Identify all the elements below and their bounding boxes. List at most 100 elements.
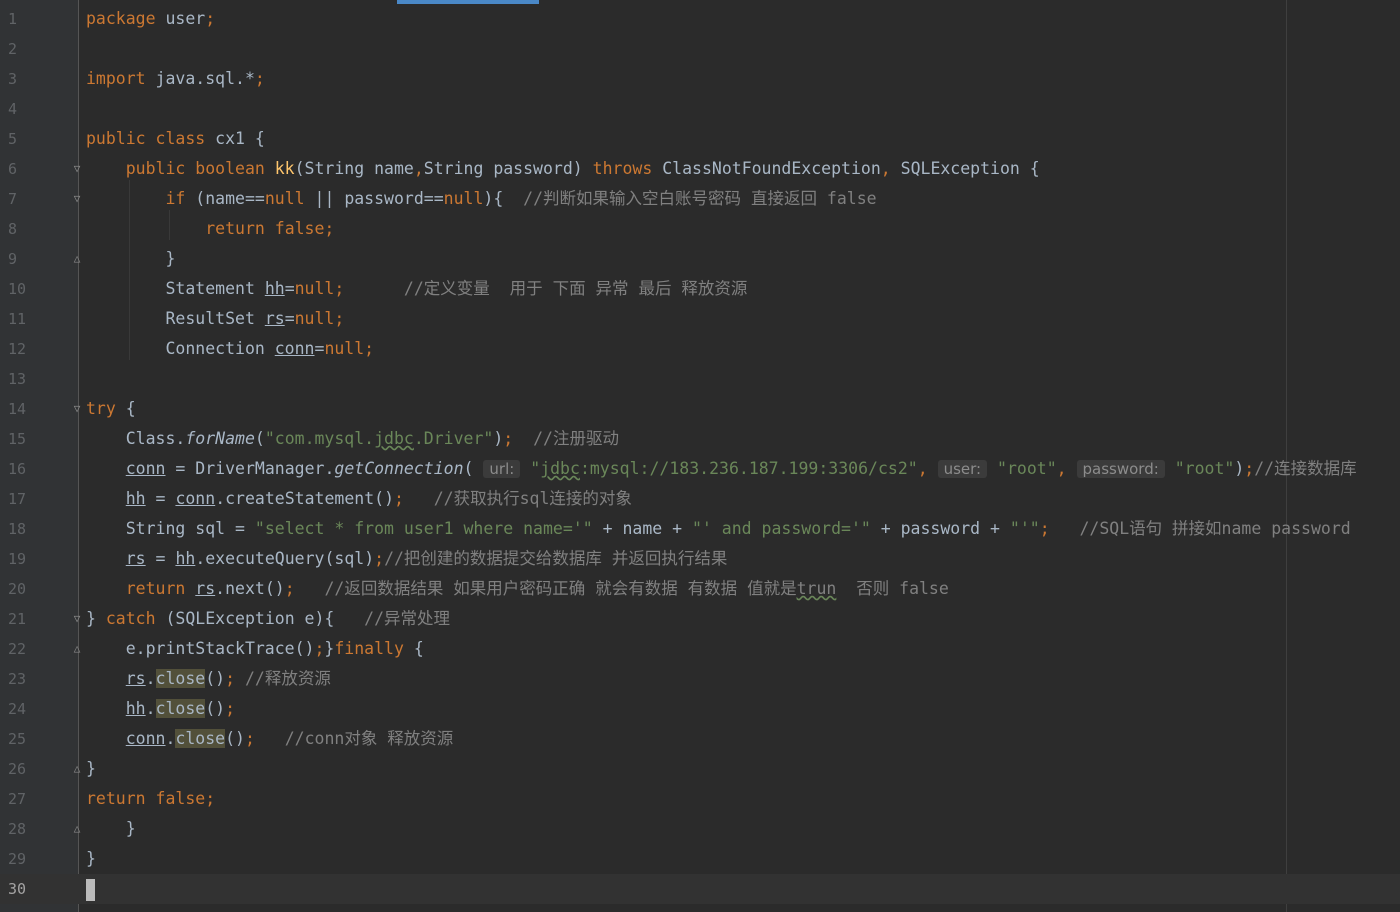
line-code[interactable]: } [86, 754, 96, 784]
code-line[interactable]: 20 return rs.next(); //返回数据结果 如果用户密码正确 就… [0, 574, 1400, 604]
fold-open-icon[interactable]: ▽ [72, 612, 82, 625]
line-code[interactable]: } [86, 244, 175, 274]
code-token: ) [1234, 459, 1245, 478]
code-line[interactable]: 21 ▽} catch (SQLException e){ //异常处理 [0, 604, 1400, 634]
code-line[interactable]: 23 rs.close(); //释放资源 [0, 664, 1400, 694]
code-token: rs [264, 309, 285, 328]
code-line[interactable]: 1 package user; [0, 4, 1400, 34]
line-code[interactable]: if (name==null || password==null){ //判断如… [86, 184, 876, 214]
code-line[interactable]: 28 △ } [0, 814, 1400, 844]
line-code[interactable]: try { [86, 394, 136, 424]
code-token: jdbc [540, 459, 580, 478]
line-number: 27 [8, 790, 27, 808]
fold-end-icon[interactable]: △ [72, 822, 82, 835]
line-code[interactable]: conn = DriverManager.getConnection( url:… [86, 454, 1357, 484]
fold-open-icon[interactable]: ▽ [72, 162, 82, 175]
line-code[interactable]: package user; [86, 4, 215, 34]
line-code[interactable]: import java.sql.*; [86, 64, 265, 94]
line-number: 29 [8, 850, 27, 868]
code-line[interactable]: 15 Class.forName("com.mysql.jdbc.Driver"… [0, 424, 1400, 454]
fold-end-icon[interactable]: △ [72, 252, 82, 265]
code-line[interactable]: 18 String sql = "select * from user1 whe… [0, 514, 1400, 544]
line-code[interactable]: return false; [86, 214, 334, 244]
code-token: String sql = [86, 519, 255, 538]
code-token: . [145, 669, 156, 688]
line-code[interactable]: hh = conn.createStatement(); //获取执行sql连接… [86, 484, 632, 514]
code-token: = [314, 339, 325, 358]
line-code[interactable]: Statement hh=null; //定义变量 用于 下面 异常 最后 释放… [86, 274, 747, 304]
code-token: if [165, 189, 196, 208]
code-line[interactable]: 14 ▽ try { [0, 394, 1400, 424]
line-code[interactable]: e.printStackTrace();}finally { [86, 634, 424, 664]
fold-open-icon[interactable]: ▽ [72, 192, 82, 205]
line-code[interactable]: } [86, 844, 96, 874]
line-code[interactable]: ResultSet rs=null; [86, 304, 344, 334]
line-code[interactable]: return rs.next(); //返回数据结果 如果用户密码正确 就会有数… [86, 574, 949, 604]
line-code[interactable]: } [86, 814, 136, 844]
code-line[interactable]: 13 [0, 364, 1400, 394]
code-line[interactable]: 30 [0, 874, 1400, 904]
code-line[interactable]: 24 hh.close(); [0, 694, 1400, 724]
line-code[interactable]: conn.close(); //conn对象 释放资源 [86, 724, 453, 754]
code-line[interactable]: 9 △ } [0, 244, 1400, 274]
code-line[interactable]: 4 [0, 94, 1400, 124]
code-line[interactable]: 11 ResultSet rs=null; [0, 304, 1400, 334]
line-code[interactable]: rs.close(); //释放资源 [86, 664, 331, 694]
code-token: conn [274, 339, 315, 358]
code-line[interactable]: 5 public class cx1 { [0, 124, 1400, 154]
line-code[interactable]: Connection conn=null; [86, 334, 374, 364]
line-code[interactable] [86, 874, 95, 904]
code-line[interactable]: 12 Connection conn=null; [0, 334, 1400, 364]
code-line[interactable]: 10 Statement hh=null; //定义变量 用于 下面 异常 最后… [0, 274, 1400, 304]
fold-end-icon[interactable]: △ [72, 642, 82, 655]
code-token: null; [294, 279, 345, 298]
code-token: hh [264, 279, 285, 298]
line-number: 26 [8, 760, 27, 778]
code-line[interactable]: 22 △ e.printStackTrace();}finally { [0, 634, 1400, 664]
line-code[interactable]: public boolean kk(String name,String pas… [86, 154, 1040, 184]
fold-open-icon[interactable]: ▽ [72, 402, 82, 415]
code-token: ; [254, 69, 265, 88]
line-code[interactable]: Class.forName("com.mysql.jdbc.Driver"); … [86, 424, 619, 454]
code-line[interactable]: 6 ▽ public boolean kk(String name,String … [0, 154, 1400, 184]
code-line[interactable]: 27 return false; [0, 784, 1400, 814]
code-token: . [165, 729, 176, 748]
line-number: 18 [8, 520, 27, 538]
code-token: = [145, 489, 176, 508]
line-number: 22 [8, 640, 27, 658]
code-token: forName [185, 429, 255, 448]
code-token: Statement [86, 279, 265, 298]
line-code[interactable]: hh.close(); [86, 694, 235, 724]
code-token: catch [105, 609, 166, 628]
line-code[interactable]: rs = hh.executeQuery(sql);//把创建的数据提交给数据库… [86, 544, 728, 574]
code-token: || password== [314, 189, 444, 208]
code-line[interactable]: 17 hh = conn.createStatement(); //获取执行sq… [0, 484, 1400, 514]
code-token: , [413, 159, 424, 178]
code-line[interactable]: 19 rs = hh.executeQuery(sql);//把创建的数据提交给… [0, 544, 1400, 574]
code-token: "com.mysql. [264, 429, 375, 448]
code-line[interactable]: 8 return false; [0, 214, 1400, 244]
code-token: "root" [1174, 459, 1235, 478]
line-code[interactable]: return false; [86, 784, 215, 814]
line-code[interactable]: } catch (SQLException e){ //异常处理 [86, 604, 450, 634]
code-line[interactable]: 2 [0, 34, 1400, 64]
code-token: + password + [870, 519, 1010, 538]
code-token: "' and password='" [692, 519, 871, 538]
code-line[interactable]: 3 import java.sql.*; [0, 64, 1400, 94]
code-line[interactable]: 16 conn = DriverManager.getConnection( u… [0, 454, 1400, 484]
code-editor[interactable]: 1 package user; 2 3 import java.sql.*; 4 5 publ… [0, 0, 1400, 912]
code-token: (name== [195, 189, 265, 208]
code-token: ; [244, 729, 255, 748]
code-line[interactable]: 25 conn.close(); //conn对象 释放资源 [0, 724, 1400, 754]
code-line[interactable]: 26 △} [0, 754, 1400, 784]
fold-end-icon[interactable]: △ [72, 762, 82, 775]
line-code[interactable]: public class cx1 { [86, 124, 265, 154]
code-token: close [155, 699, 206, 718]
line-code[interactable]: String sql = "select * from user1 where … [86, 514, 1351, 544]
code-token: //连接数据库 [1254, 459, 1357, 478]
code-line[interactable]: 7 ▽ if (name==null || password==null){ //… [0, 184, 1400, 214]
code-line[interactable]: 29} [0, 844, 1400, 874]
